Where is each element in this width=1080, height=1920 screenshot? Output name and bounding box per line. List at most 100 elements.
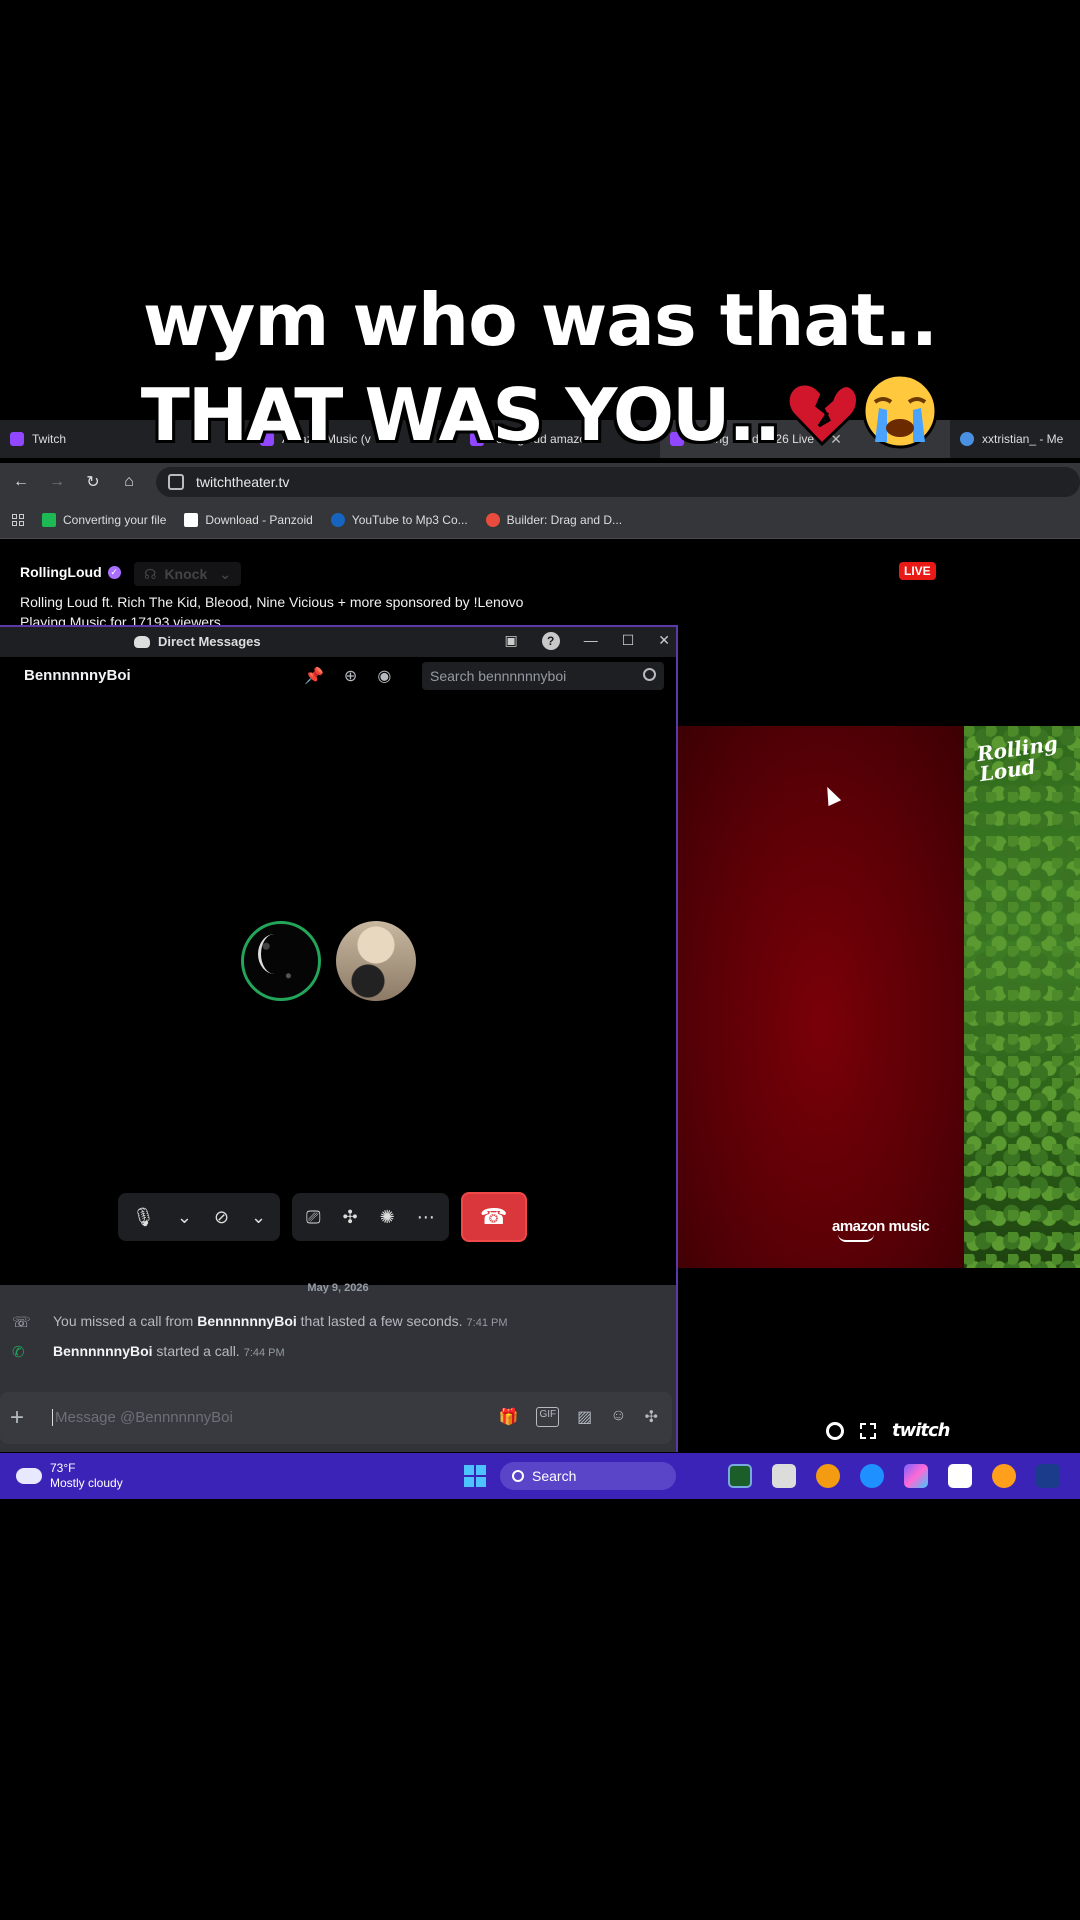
game-app-icon[interactable]	[728, 1464, 752, 1488]
address-text: twitchtheater.tv	[196, 474, 290, 490]
hang-up-button[interactable]: ☎	[460, 1192, 527, 1242]
bookmark-favicon-icon	[42, 512, 56, 527]
msg-text: that lasted a few seconds.	[296, 1313, 463, 1329]
avatar[interactable]	[336, 921, 416, 1001]
gift-icon[interactable]: 🎁	[499, 1407, 519, 1427]
minimize-icon[interactable]: —	[584, 632, 598, 650]
chevron-down-icon[interactable]: ⌄	[177, 1207, 192, 1228]
system-message: You missed a call from BennnnnnyBoi that…	[53, 1313, 508, 1329]
knock-button[interactable]: ☊ Knock ⌄	[134, 562, 241, 586]
fl-studio-icon[interactable]	[816, 1464, 840, 1488]
pin-icon[interactable]: 📌	[304, 666, 324, 686]
caption-line-2-text: THAT WAS YOU..	[140, 373, 781, 457]
missed-call-icon: ☏	[12, 1314, 31, 1331]
fl-app-icon[interactable]	[1036, 1464, 1060, 1488]
weather-condition: Mostly cloudy	[50, 1476, 123, 1490]
window-buttons: ▣ ? — ☐ ✕	[504, 632, 670, 650]
taskbar-apps	[728, 1464, 1080, 1488]
message-input-icons: 🎁 GIF ▨ ☺ ✣	[499, 1407, 658, 1427]
site-info-icon[interactable]	[168, 474, 184, 490]
video-player[interactable]: Rolling Loud amazon music	[678, 726, 1080, 1268]
bookmark-label: Builder: Drag and D...	[506, 512, 623, 527]
bookmarks-bar: Converting your file Download - Panzoid …	[0, 501, 1080, 539]
apps-icon[interactable]: ✣	[645, 1407, 658, 1427]
search-placeholder: Search bennnnnnyboi	[430, 668, 567, 684]
dm-header: BennnnnnyBoi 📌 ⊕ ◉ Search bennnnnnyboi	[0, 657, 676, 693]
maximize-icon[interactable]: ☐	[622, 632, 635, 650]
windows-start-icon[interactable]	[464, 1465, 486, 1487]
avatar[interactable]	[241, 921, 321, 1001]
knock-label: Knock	[164, 566, 208, 582]
back-icon[interactable]: ←	[12, 473, 30, 491]
spiral-app-icon[interactable]	[992, 1464, 1016, 1488]
discord-logo-icon	[134, 635, 150, 648]
call-started-icon: ✆	[12, 1344, 25, 1361]
screen-share-icon[interactable]: ⎚	[306, 1207, 320, 1228]
call-controls: 🎙 ⌄ ⊘ ⌄ ⎚ ✣ ✺ ⋯ ☎	[118, 1192, 527, 1242]
date-divider: May 9, 2026	[307, 1282, 369, 1294]
bookmark-label: Download - Panzoid	[205, 512, 313, 527]
channel-name[interactable]: RollingLoud ✓	[20, 564, 121, 580]
player-controls: twitch	[826, 1420, 950, 1441]
discord-titlebar: Direct Messages ▣ ? — ☐ ✕	[0, 627, 676, 657]
activities-group: ⎚ ✣ ✺ ⋯	[292, 1193, 449, 1241]
broken-heart-icon	[786, 379, 860, 447]
task-view-icon[interactable]	[772, 1464, 796, 1488]
weather-widget[interactable]: 73°F Mostly cloudy	[16, 1460, 123, 1491]
bookmark-label: YouTube to Mp3 Co...	[351, 512, 468, 527]
copilot-icon[interactable]	[904, 1464, 928, 1488]
reload-icon[interactable]: ↻	[84, 472, 102, 492]
search-icon	[512, 1470, 524, 1482]
amazon-music-logo: amazon music	[832, 1218, 930, 1235]
activities-icon[interactable]: ✣	[343, 1207, 358, 1228]
discord-title: Direct Messages	[134, 634, 261, 649]
bookmark-youtube-mp3[interactable]: YouTube to Mp3 Co...	[330, 512, 468, 527]
fullscreen-icon[interactable]	[860, 1422, 876, 1439]
msg-timestamp: 7:44 PM	[243, 1347, 285, 1359]
add-attachment-icon[interactable]: +	[10, 1404, 24, 1432]
msg-user[interactable]: BennnnnnyBoi	[197, 1313, 297, 1329]
bookmark-builder[interactable]: Builder: Drag and D...	[485, 512, 623, 527]
message-input[interactable]: + Message @BennnnnnyBoi 🎁 GIF ▨ ☺ ✣	[0, 1392, 672, 1444]
live-badge: LIVE	[899, 562, 936, 580]
apps-grid-icon[interactable]	[12, 513, 24, 526]
chevron-down-icon[interactable]: ⌄	[251, 1207, 266, 1228]
video-red-panel	[678, 726, 964, 1268]
inbox-icon[interactable]: ▣	[504, 632, 517, 650]
edge-icon[interactable]	[860, 1464, 884, 1488]
amazon-smile-icon	[838, 1234, 874, 1242]
dm-header-icons: 📌 ⊕ ◉	[304, 666, 391, 686]
verified-icon: ✓	[107, 565, 121, 579]
dm-username[interactable]: BennnnnnyBoi	[24, 667, 131, 684]
soundboard-icon[interactable]: ✺	[380, 1207, 395, 1228]
msg-text: You missed a call from	[53, 1313, 198, 1329]
address-bar[interactable]: twitchtheater.tv	[156, 467, 1080, 497]
bookmark-favicon-icon	[184, 512, 199, 527]
camera-off-icon[interactable]: ⊘	[214, 1207, 229, 1228]
browser-toolbar: ← → ↻ ⌂ twitchtheater.tv	[0, 463, 1080, 501]
more-options-icon[interactable]: ⋯	[417, 1207, 435, 1228]
dm-search-input[interactable]: Search bennnnnnyboi	[422, 662, 664, 690]
forward-icon[interactable]: →	[48, 473, 66, 491]
msg-user[interactable]: BennnnnnyBoi	[53, 1343, 153, 1359]
emoji-icon[interactable]: ☺	[610, 1407, 626, 1427]
phone-hangup-icon: ☎	[480, 1204, 508, 1229]
taskbar-search-label: Search	[532, 1468, 577, 1484]
taskbar-search[interactable]: Search	[500, 1462, 676, 1490]
sticker-icon[interactable]: ▨	[577, 1407, 592, 1427]
help-icon[interactable]: ?	[541, 632, 560, 650]
bookmark-panzoid[interactable]: Download - Panzoid	[184, 512, 313, 527]
gif-icon[interactable]: GIF	[536, 1407, 560, 1427]
close-icon[interactable]: ✕	[658, 632, 670, 650]
chevron-down-icon: ⌄	[219, 565, 231, 582]
profile-icon[interactable]: ◉	[377, 666, 391, 686]
bookmark-label: Converting your file	[63, 512, 167, 527]
bookmark-converting[interactable]: Converting your file	[42, 512, 167, 527]
gear-icon[interactable]	[826, 1421, 844, 1440]
microphone-icon[interactable]: 🎙	[132, 1207, 155, 1228]
add-friend-icon[interactable]: ⊕	[344, 666, 357, 686]
home-icon[interactable]: ⌂	[120, 473, 138, 491]
channel-name-text: RollingLoud	[20, 564, 102, 580]
twitch-logo[interactable]: twitch	[892, 1420, 950, 1441]
microsoft-store-icon[interactable]	[948, 1464, 972, 1488]
